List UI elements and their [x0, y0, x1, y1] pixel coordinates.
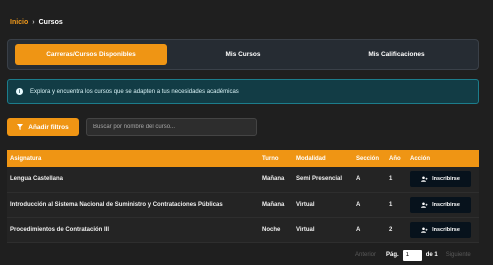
- info-alert: i Explora y encuentra los cursos que se …: [7, 79, 479, 104]
- page-number-input[interactable]: [402, 249, 422, 261]
- cell-asignatura: Procedimientos de Contratación III: [10, 226, 110, 233]
- next-page-button[interactable]: Siguiente: [446, 252, 471, 258]
- tab-my-courses[interactable]: Mis Cursos: [167, 44, 319, 65]
- table-row: Procedimientos de Contratación III Noche…: [7, 217, 479, 242]
- pagination: Anterior Pág. de 1 Siguiente: [355, 249, 471, 261]
- cell-seccion: A: [356, 226, 361, 233]
- app-window: Inicio › Cursos Carreras/Cursos Disponib…: [0, 0, 493, 265]
- course-search-input[interactable]: [86, 118, 257, 136]
- filter-icon: [17, 124, 24, 130]
- cell-modalidad: Virtual: [296, 226, 315, 233]
- cell-modalidad: Semi Presencial: [296, 176, 343, 183]
- cell-seccion: A: [356, 176, 361, 183]
- cell-anio: 1: [389, 176, 393, 183]
- header-anio: Año: [389, 155, 401, 162]
- cell-turno: Noche: [262, 226, 281, 233]
- breadcrumb-home-link[interactable]: Inicio: [10, 19, 28, 26]
- cell-accion: Inscribirse: [407, 167, 479, 192]
- cell-turno: Mañana: [262, 176, 285, 183]
- info-icon: i: [16, 88, 23, 95]
- add-filters-label: Añadir filtros: [28, 123, 69, 131]
- header-turno: Turno: [262, 155, 279, 162]
- cell-asignatura: Introducción al Sistema Nacional de Sumi…: [10, 201, 223, 208]
- breadcrumb-current: Cursos: [38, 18, 63, 26]
- add-user-icon: [421, 226, 428, 233]
- cell-asignatura: Lengua Castellana: [10, 176, 64, 183]
- enroll-button[interactable]: Inscribirse: [410, 196, 471, 213]
- tab-available-courses[interactable]: Carreras/Cursos Disponibles: [15, 44, 167, 65]
- cell-modalidad: Virtual: [296, 201, 315, 208]
- add-user-icon: [421, 201, 428, 208]
- table-row: Introducción al Sistema Nacional de Sumi…: [7, 192, 479, 217]
- add-user-icon: [421, 176, 428, 182]
- table-row: Lengua Castellana Mañana Semi Presencial…: [7, 167, 479, 192]
- cell-accion: Inscribirse: [407, 217, 479, 242]
- cell-anio: 1: [389, 201, 393, 208]
- cell-turno: Mañana: [262, 201, 285, 208]
- enroll-button[interactable]: Inscribirse: [410, 221, 471, 238]
- enroll-label: Inscribirse: [432, 226, 460, 233]
- tab-bar: Carreras/Cursos Disponibles Mis Cursos M…: [7, 39, 479, 70]
- header-modalidad: Modalidad: [296, 155, 326, 162]
- page-total-label: de 1: [425, 252, 438, 258]
- breadcrumb-separator: ›: [32, 18, 35, 26]
- header-accion: Acción: [410, 155, 431, 162]
- breadcrumb: Inicio › Cursos: [10, 17, 63, 27]
- table-header-row: Asignatura Turno Modalidad Sección Año A…: [7, 150, 479, 167]
- enroll-label: Inscribirse: [432, 201, 460, 208]
- courses-table: Asignatura Turno Modalidad Sección Año A…: [7, 150, 479, 243]
- prev-page-button[interactable]: Anterior: [355, 252, 376, 258]
- cell-seccion: A: [356, 201, 361, 208]
- cell-anio: 2: [389, 226, 393, 233]
- header-seccion: Sección: [356, 155, 380, 162]
- header-asignatura: Asignatura: [10, 155, 42, 162]
- enroll-button[interactable]: Inscribirse: [410, 171, 471, 188]
- info-text: Explora y encuentra los cursos que se ad…: [30, 88, 239, 95]
- cell-accion: Inscribirse: [407, 192, 479, 217]
- tab-my-grades[interactable]: Mis Calificaciones: [319, 44, 474, 65]
- enroll-label: Inscribirse: [432, 176, 460, 183]
- page-label: Pág.: [386, 252, 399, 258]
- add-filters-button[interactable]: Añadir filtros: [7, 118, 79, 136]
